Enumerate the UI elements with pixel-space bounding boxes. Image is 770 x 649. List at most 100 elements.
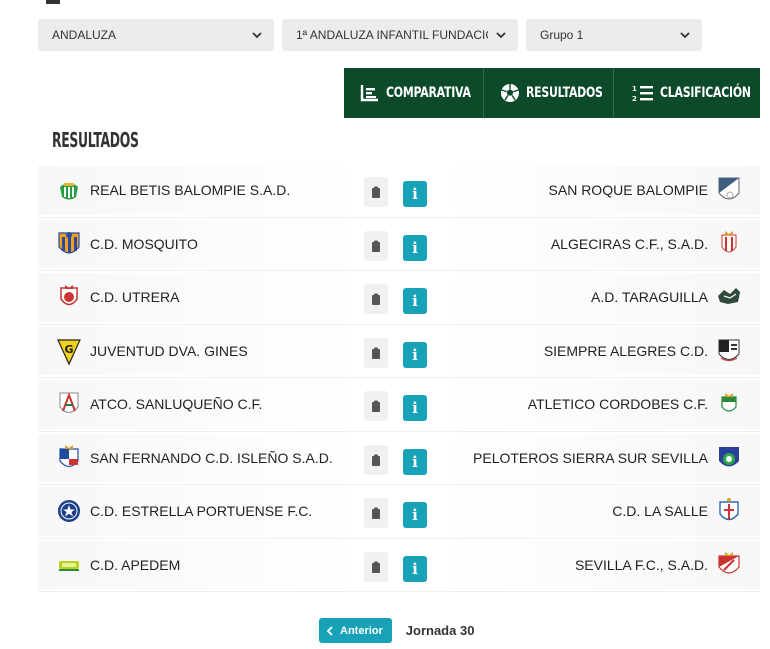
competition-select[interactable]: 1ª ANDALUZA INFANTIL FUNDACIÓN <box>282 19 518 51</box>
home-team-name: REAL BETIS BALOMPIE S.A.D. <box>90 182 291 199</box>
score-box <box>364 551 388 582</box>
home-team-name: C.D. UTRERA <box>90 289 180 306</box>
match-info-button[interactable]: i <box>403 448 427 475</box>
clipboard-icon <box>372 240 380 252</box>
match-row: C.D. APEDEM i SEVILLA F.C., S.A.D. <box>38 538 760 592</box>
section-title: RESULTADOS <box>52 128 139 152</box>
team-shield-icon <box>58 500 80 523</box>
home-team[interactable]: C.D. ESTRELLA PORTUENSE F.C. <box>56 485 312 538</box>
match-info-button[interactable]: i <box>403 234 427 261</box>
away-team[interactable]: SEVILLA F.C., S.A.D. <box>575 539 742 592</box>
info-icon: i <box>412 399 418 417</box>
away-team[interactable]: ATLETICO CORDOBES C.F. <box>528 378 742 431</box>
header-fragment <box>46 0 60 4</box>
info-icon: i <box>412 292 418 310</box>
info-icon: i <box>412 345 418 364</box>
home-team[interactable]: REAL BETIS BALOMPIE S.A.D. <box>56 164 290 217</box>
team-shield-icon <box>59 392 79 414</box>
tab-clasificacion-label: CLASIFICACIÓN <box>660 85 751 101</box>
chevron-left-icon <box>326 625 333 636</box>
tab-clasificacion[interactable]: 1 2 CLASIFICACIÓN <box>614 68 760 118</box>
match-row: C.D. UTRERA i A.D. TARAGUILLA <box>38 271 760 325</box>
previous-round-button[interactable]: Anterior <box>319 618 392 643</box>
away-team[interactable]: SAN ROQUE BALOMPIE <box>549 164 742 217</box>
tab-comparativa[interactable]: COMPARATIVA <box>344 68 484 118</box>
tab-resultados[interactable]: RESULTADOS <box>484 68 614 118</box>
chevron-down-icon <box>252 32 262 39</box>
home-team[interactable]: C.D. MOSQUITO <box>56 218 198 271</box>
clipboard-icon <box>372 293 380 305</box>
home-team-name: ATCO. SANLUQUEÑO C.F. <box>90 396 263 413</box>
away-team-name: SEVILLA F.C., S.A.D. <box>574 556 708 573</box>
group-select[interactable]: Grupo 1 <box>526 19 702 51</box>
team-shield-icon <box>59 444 79 467</box>
match-info-button[interactable]: i <box>403 288 427 314</box>
team-shield-icon <box>719 446 739 467</box>
match-row: G JUVENTUD DVA. GINES i SIEMPRE ALEGRES … <box>38 324 760 378</box>
away-team[interactable]: C.D. LA SALLE <box>612 485 742 538</box>
competition-select-value: 1ª ANDALUZA INFANTIL FUNDACIÓN <box>296 28 488 42</box>
home-team[interactable]: C.D. UTRERA <box>56 271 179 324</box>
away-team[interactable]: ALGECIRAS C.F., S.A.D. <box>551 218 742 271</box>
clipboard-icon <box>372 507 380 519</box>
clipboard-icon <box>372 186 380 198</box>
away-team-name: C.D. LA SALLE <box>612 503 708 520</box>
home-team[interactable]: C.D. APEDEM <box>56 539 180 592</box>
away-team[interactable]: A.D. TARAGUILLA <box>591 271 742 324</box>
match-row: C.D. ESTRELLA PORTUENSE F.C. i C.D. LA S… <box>38 485 760 539</box>
info-icon: i <box>412 559 418 578</box>
away-team[interactable]: SIEMPRE ALEGRES C.D. <box>544 325 742 378</box>
group-select-value: Grupo 1 <box>540 28 584 42</box>
home-team-name: JUVENTUD DVA. GINES <box>90 342 248 359</box>
home-team-name: SAN FERNANDO C.D. ISLEÑO S.A.D. <box>90 449 333 466</box>
match-info-button[interactable]: i <box>403 181 427 207</box>
team-shield-icon: G <box>57 339 81 366</box>
away-team-name: ATLETICO CORDOBES C.F. <box>527 396 708 413</box>
match-info-button[interactable]: i <box>403 341 427 368</box>
match-row: REAL BETIS BALOMPIE S.A.D. i SAN ROQUE B… <box>38 164 760 218</box>
team-shield-icon <box>721 230 737 253</box>
home-team[interactable]: G JUVENTUD DVA. GINES <box>56 325 248 378</box>
clipboard-icon <box>372 400 380 412</box>
team-shield-icon <box>718 551 740 574</box>
team-shield-icon <box>60 183 78 200</box>
svg-text:G: G <box>64 343 73 356</box>
match-row: C.D. MOSQUITO i ALGECIRAS C.F., S.A.D. <box>38 217 760 271</box>
results-list: REAL BETIS BALOMPIE S.A.D. i SAN ROQUE B… <box>38 164 760 592</box>
away-team-name: ALGECIRAS C.F., S.A.D. <box>550 235 708 252</box>
tab-resultados-label: RESULTADOS <box>526 85 603 101</box>
team-shield-icon <box>721 393 737 412</box>
team-shield-icon <box>718 339 740 361</box>
chevron-down-icon <box>496 32 506 39</box>
score-box <box>364 444 388 475</box>
away-team-name: PELOTEROS SIERRA SUR SEVILLA <box>473 449 708 466</box>
home-team[interactable]: ATCO. SANLUQUEÑO C.F. <box>56 378 262 431</box>
score-box <box>364 337 388 368</box>
round-label: Jornada 30 <box>405 623 475 638</box>
score-box <box>364 498 388 528</box>
home-team[interactable]: SAN FERNANDO C.D. ISLEÑO S.A.D. <box>56 432 333 485</box>
score-box <box>364 177 388 207</box>
match-row: ATCO. SANLUQUEÑO C.F. i ATLETICO CORDOBE… <box>38 378 760 432</box>
info-icon: i <box>412 452 418 471</box>
tab-comparativa-label: COMPARATIVA <box>386 85 471 101</box>
score-box <box>364 230 388 261</box>
match-info-button[interactable]: i <box>403 555 427 582</box>
team-shield-icon <box>59 560 79 571</box>
away-team[interactable]: PELOTEROS SIERRA SUR SEVILLA <box>473 432 742 485</box>
info-icon: i <box>412 185 418 203</box>
info-icon: i <box>412 238 418 257</box>
ordered-list-icon: 1 2 <box>632 85 653 102</box>
home-team-name: C.D. MOSQUITO <box>90 235 198 252</box>
soccer-ball-icon <box>501 84 519 102</box>
match-row: SAN FERNANDO C.D. ISLEÑO S.A.D. i PELOTE… <box>38 431 760 485</box>
team-shield-icon <box>58 231 80 254</box>
score-box <box>364 391 388 421</box>
clipboard-icon <box>372 561 380 573</box>
team-shield-icon <box>718 288 740 305</box>
match-info-button[interactable]: i <box>403 502 427 528</box>
match-info-button[interactable]: i <box>403 395 427 421</box>
away-team-name: SAN ROQUE BALOMPIE <box>548 182 708 199</box>
home-team-name: C.D. APEDEM <box>90 556 181 573</box>
territory-select[interactable]: ANDALUZA <box>38 19 274 51</box>
